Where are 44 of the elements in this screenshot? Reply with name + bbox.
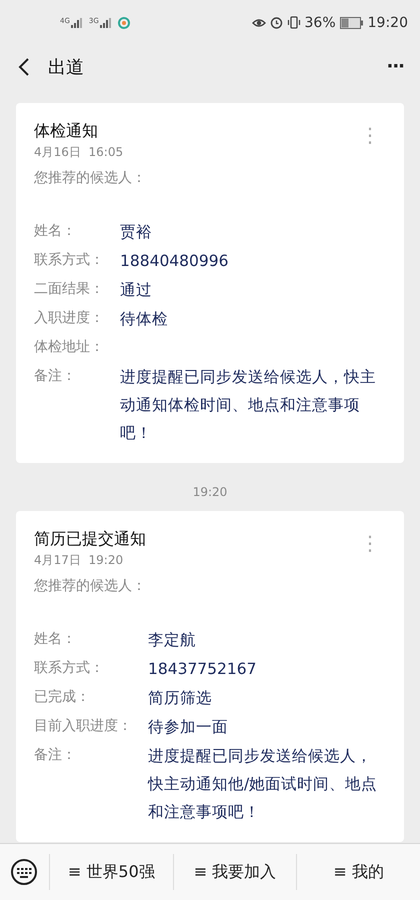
field-value: 待体检 bbox=[120, 309, 169, 330]
battery-icon bbox=[340, 16, 364, 28]
field-value: 通过 bbox=[120, 280, 153, 301]
message-time: 19:20 bbox=[192, 485, 228, 499]
intro-text: 您推荐的候选人： bbox=[34, 169, 147, 188]
menu-item[interactable]: ≡ 世界50强 bbox=[50, 854, 174, 890]
field-label: 姓名： bbox=[34, 630, 77, 649]
field-label: 体检地址： bbox=[34, 338, 104, 357]
menu-item[interactable]: ≡ 我的 bbox=[297, 854, 420, 890]
field-value: 李定航 bbox=[148, 630, 197, 651]
battery-percent: 36% bbox=[304, 14, 336, 30]
field-label: 备注： bbox=[34, 746, 77, 765]
menu-item[interactable]: ≡ 我要加入 bbox=[174, 854, 298, 890]
field-value: 进度提醒已同步发送给候选人，快主动通知体检时间、地点和注意事项吧！ bbox=[120, 367, 377, 444]
field-label: 入职进度： bbox=[34, 309, 104, 328]
card-date: 4月17日 19:20 bbox=[34, 552, 124, 569]
card-title: 体检通知 bbox=[34, 120, 99, 142]
field-value: 待参加一面 bbox=[148, 717, 229, 738]
intro-text: 您推荐的候选人： bbox=[34, 577, 147, 596]
signal-icon bbox=[70, 18, 83, 28]
eye-icon bbox=[252, 16, 266, 28]
clock-time: 19:20 bbox=[368, 14, 408, 30]
field-label: 联系方式： bbox=[34, 659, 105, 678]
alarm-icon bbox=[270, 16, 283, 29]
back-icon bbox=[18, 56, 30, 76]
card-date: 4月16日 16:05 bbox=[34, 144, 124, 161]
more-button[interactable]: ··· bbox=[382, 56, 408, 77]
field-label: 备注： bbox=[34, 367, 77, 386]
field-value: 18840480996 bbox=[120, 251, 230, 272]
signal-icon bbox=[100, 18, 112, 28]
field-value: 简历筛选 bbox=[148, 688, 213, 709]
field-label: 二面结果： bbox=[34, 280, 104, 299]
field-value: 贾裕 bbox=[120, 222, 153, 243]
field-value: 18437752167 bbox=[148, 659, 258, 680]
keyboard-icon bbox=[10, 858, 38, 886]
field-label: 已完成： bbox=[34, 688, 91, 707]
card-title: 简历已提交通知 bbox=[34, 528, 146, 550]
page-title: 出道 bbox=[48, 56, 85, 78]
app-icon bbox=[118, 16, 130, 28]
field-label: 联系方式： bbox=[34, 251, 104, 270]
field-label: 目前入职进度： bbox=[34, 717, 132, 736]
vibrate-icon bbox=[286, 16, 301, 29]
field-label: 姓名： bbox=[34, 222, 77, 241]
field-value: 进度提醒已同步发送给候选人，快主动通知他/她面试时间、地点和注意事项吧！ bbox=[148, 746, 378, 823]
